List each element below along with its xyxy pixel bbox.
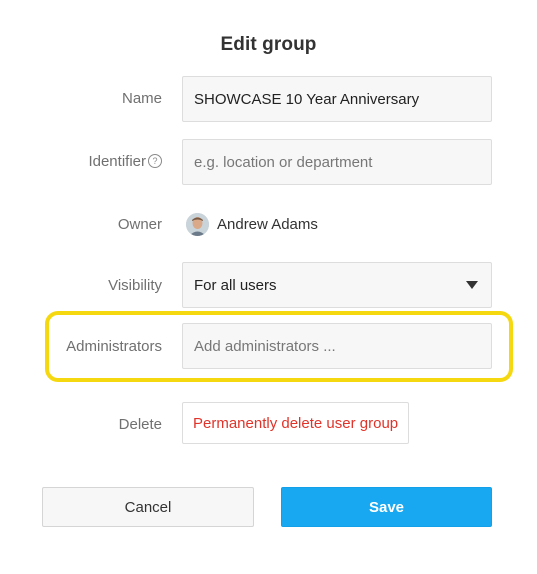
visibility-label: Visibility [108, 277, 162, 294]
name-input[interactable] [182, 76, 492, 122]
owner-display: Andrew Adams [186, 211, 318, 237]
dialog-title: Edit group [220, 34, 317, 55]
question-circle-icon[interactable]: ? [148, 154, 162, 168]
administrators-input[interactable] [182, 323, 492, 369]
name-label: Name [121, 90, 162, 107]
identifier-input[interactable] [182, 139, 492, 185]
visibility-select[interactable]: For all users [182, 262, 492, 308]
cancel-button[interactable]: Cancel [42, 487, 254, 527]
administrators-label: Administrators [66, 338, 162, 355]
avatar [186, 212, 209, 236]
identifier-label: Identifier [88, 153, 146, 170]
visibility-selected-value: For all users [194, 276, 277, 294]
delete-label: Delete [118, 416, 162, 433]
caret-down-icon [466, 281, 478, 289]
save-button[interactable]: Save [281, 487, 492, 527]
delete-group-button[interactable]: Permanently delete user group [182, 402, 410, 444]
owner-name: Andrew Adams [217, 215, 318, 233]
owner-label: Owner [117, 216, 162, 233]
identifier-label-row: Identifier? [0, 153, 162, 170]
